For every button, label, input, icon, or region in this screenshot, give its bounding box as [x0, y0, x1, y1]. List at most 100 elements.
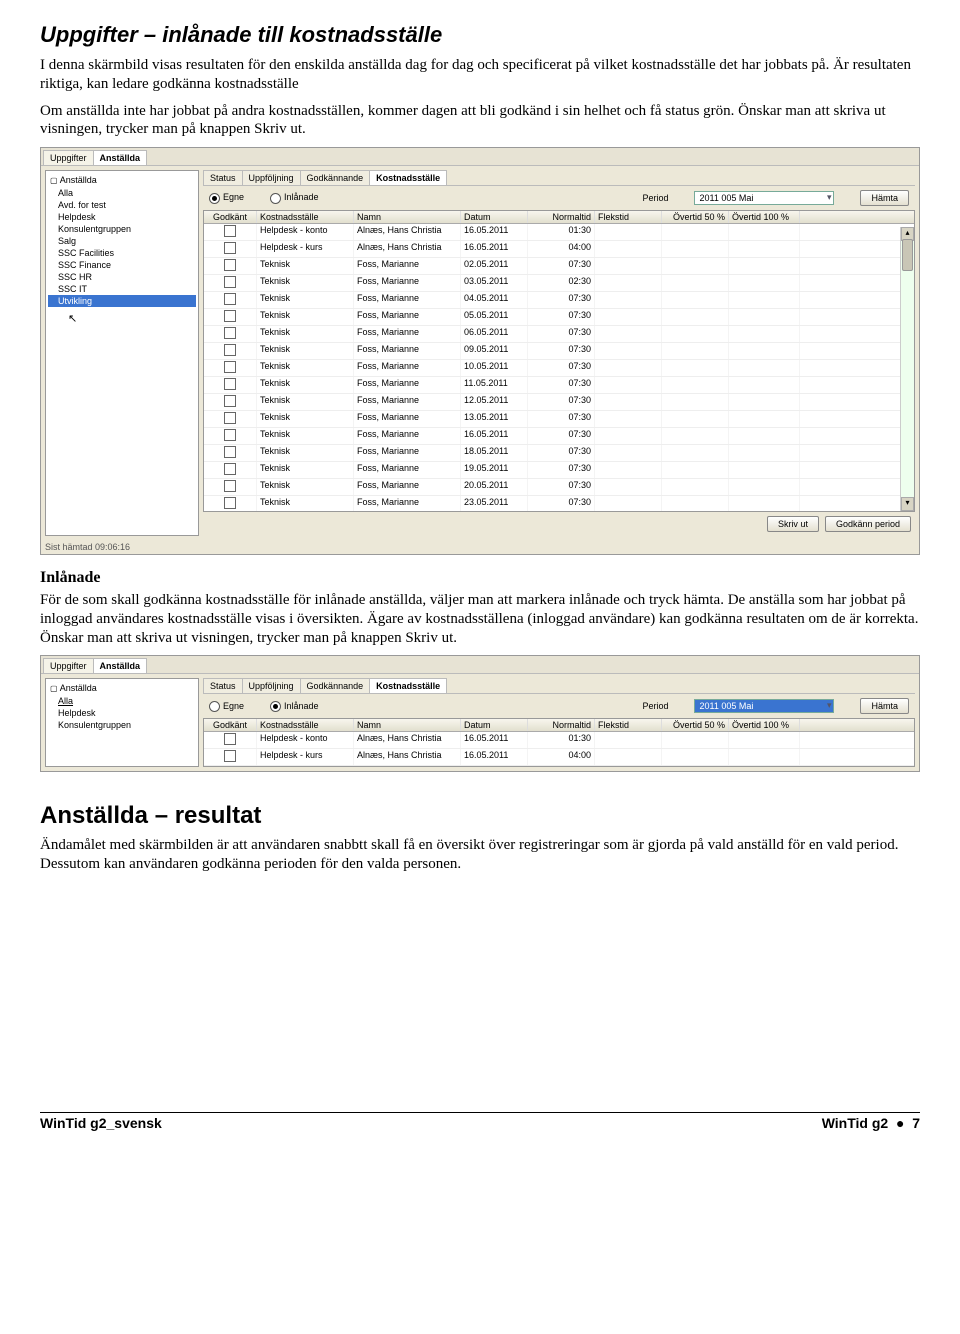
approve-checkbox[interactable] [224, 480, 236, 492]
toolbar: Egne Inlånade Period 2011 005 Mai Hämta [203, 694, 915, 718]
tree-root[interactable]: Anställda [48, 682, 196, 695]
tree-item[interactable]: Helpdesk [48, 707, 196, 719]
tab-status[interactable]: Status [203, 678, 243, 693]
result-paragraph: Ändamålet med skärmbilden är att använda… [40, 836, 920, 874]
org-tree[interactable]: Anställda Alla Avd. for test Helpdesk Ko… [45, 170, 199, 536]
tab-kostnadsstalle[interactable]: Kostnadsställe [369, 678, 447, 693]
radio-egne[interactable]: Egne [209, 192, 244, 203]
table-row[interactable]: TekniskFoss, Marianne03.05.201102:30 [204, 275, 914, 292]
result-heading: Anställda – resultat [40, 802, 920, 830]
tab-status[interactable]: Status [203, 170, 243, 185]
table-row[interactable]: Helpdesk - kontoAlnæs, Hans Christia16.0… [204, 224, 914, 241]
table-row[interactable]: TekniskFoss, Marianne04.05.201107:30 [204, 292, 914, 309]
right-tabbar: Status Uppföljning Godkännande Kostnadss… [203, 678, 915, 694]
page-footer: WinTid g2_svensk WinTid g2 ● 7 [40, 1115, 920, 1141]
approve-checkbox[interactable] [224, 733, 236, 745]
section-heading: Uppgifter – inlånade till kostnadsställe [40, 22, 920, 48]
approve-checkbox[interactable] [224, 361, 236, 373]
data-grid[interactable]: Godkänt Kostnadsställe Namn Datum Normal… [203, 210, 915, 512]
period-label: Period [642, 193, 668, 203]
scroll-thumb[interactable] [902, 239, 913, 271]
radio-egne[interactable]: Egne [209, 701, 244, 712]
table-row[interactable]: TekniskFoss, Marianne02.05.201107:30 [204, 258, 914, 275]
tree-item[interactable]: Alla [48, 695, 196, 707]
godkann-period-button[interactable]: Godkänn period [825, 516, 911, 532]
approve-checkbox[interactable] [224, 378, 236, 390]
approve-checkbox[interactable] [224, 327, 236, 339]
approve-checkbox[interactable] [224, 463, 236, 475]
table-row[interactable]: TekniskFoss, Marianne19.05.201107:30 [204, 462, 914, 479]
radio-inlanade[interactable]: Inlånade [270, 701, 319, 712]
table-row[interactable]: TekniskFoss, Marianne23.05.201107:30 [204, 496, 914, 512]
approve-checkbox[interactable] [224, 412, 236, 424]
grid-header: Godkänt Kostnadsställe Namn Datum Normal… [204, 719, 914, 732]
approve-checkbox[interactable] [224, 497, 236, 509]
approve-checkbox[interactable] [224, 344, 236, 356]
tree-item[interactable]: SSC HR [48, 271, 196, 283]
approve-checkbox[interactable] [224, 446, 236, 458]
org-tree[interactable]: Anställda Alla Helpdesk Konsulentgruppen [45, 678, 199, 767]
tab-uppfoljning[interactable]: Uppföljning [242, 678, 301, 693]
tab-anstallda[interactable]: Anställda [93, 150, 148, 165]
tab-uppgifter[interactable]: Uppgifter [43, 150, 94, 165]
footer-left: WinTid g2_svensk [40, 1115, 162, 1131]
tab-godkannande[interactable]: Godkännande [300, 170, 371, 185]
table-row[interactable]: TekniskFoss, Marianne16.05.201107:30 [204, 428, 914, 445]
intro-paragraph-1: I denna skärmbild visas resultaten för d… [40, 56, 920, 94]
tree-item[interactable]: SSC IT [48, 283, 196, 295]
period-dropdown[interactable]: 2011 005 Mai [694, 699, 834, 713]
approve-checkbox[interactable] [224, 395, 236, 407]
approve-checkbox[interactable] [224, 293, 236, 305]
table-row[interactable]: TekniskFoss, Marianne05.05.201107:30 [204, 309, 914, 326]
tree-item[interactable]: SSC Facilities [48, 247, 196, 259]
top-tabbar: Uppgifter Anställda [41, 656, 919, 674]
hamta-button[interactable]: Hämta [860, 698, 909, 714]
approve-checkbox[interactable] [224, 310, 236, 322]
screenshot-1: Uppgifter Anställda Anställda Alla Avd. … [40, 147, 920, 555]
tree-item[interactable]: Salg [48, 235, 196, 247]
tab-godkannande[interactable]: Godkännande [300, 678, 371, 693]
table-row[interactable]: TekniskFoss, Marianne06.05.201107:30 [204, 326, 914, 343]
table-row[interactable]: TekniskFoss, Marianne09.05.201107:30 [204, 343, 914, 360]
table-row[interactable]: Helpdesk - kontoAlnæs, Hans Christia16.0… [204, 732, 914, 749]
status-line: Sist hämtad 09:06:16 [41, 540, 919, 554]
approve-checkbox[interactable] [224, 750, 236, 762]
tree-item[interactable]: Konsulentgruppen [48, 223, 196, 235]
data-grid[interactable]: Godkänt Kostnadsställe Namn Datum Normal… [203, 718, 915, 767]
table-row[interactable]: TekniskFoss, Marianne13.05.201107:30 [204, 411, 914, 428]
radio-inlanade[interactable]: Inlånade [270, 192, 319, 203]
scrollbar[interactable]: ▴ ▾ [900, 227, 914, 511]
table-row[interactable]: TekniskFoss, Marianne12.05.201107:30 [204, 394, 914, 411]
tab-kostnadsstalle[interactable]: Kostnadsställe [369, 170, 447, 185]
period-dropdown[interactable]: 2011 005 Mai [694, 191, 834, 205]
tab-uppgifter[interactable]: Uppgifter [43, 658, 94, 673]
footer-right: WinTid g2 ● 7 [822, 1115, 920, 1131]
right-tabbar: Status Uppföljning Godkännande Kostnadss… [203, 170, 915, 186]
grid-footer: Skriv ut Godkänn period [203, 512, 915, 536]
tree-item[interactable]: Alla [48, 187, 196, 199]
scroll-down-icon[interactable]: ▾ [901, 497, 914, 511]
tree-item-selected[interactable]: Utvikling [48, 295, 196, 307]
toolbar: Egne Inlånade Period 2011 005 Mai Hämta [203, 186, 915, 210]
approve-checkbox[interactable] [224, 225, 236, 237]
approve-checkbox[interactable] [224, 259, 236, 271]
approve-checkbox[interactable] [224, 242, 236, 254]
tab-uppfoljning[interactable]: Uppföljning [242, 170, 301, 185]
table-row[interactable]: TekniskFoss, Marianne10.05.201107:30 [204, 360, 914, 377]
approve-checkbox[interactable] [224, 429, 236, 441]
skriv-ut-button[interactable]: Skriv ut [767, 516, 819, 532]
table-row[interactable]: TekniskFoss, Marianne11.05.201107:30 [204, 377, 914, 394]
table-row[interactable]: TekniskFoss, Marianne20.05.201107:30 [204, 479, 914, 496]
hamta-button[interactable]: Hämta [860, 190, 909, 206]
tree-item[interactable]: Konsulentgruppen [48, 719, 196, 731]
screenshot-2: Uppgifter Anställda Anställda Alla Helpd… [40, 655, 920, 772]
tree-item[interactable]: SSC Finance [48, 259, 196, 271]
tree-root[interactable]: Anställda [48, 174, 196, 187]
table-row[interactable]: Helpdesk - kursAlnæs, Hans Christia16.05… [204, 241, 914, 258]
approve-checkbox[interactable] [224, 276, 236, 288]
tree-item[interactable]: Helpdesk [48, 211, 196, 223]
table-row[interactable]: Helpdesk - kursAlnæs, Hans Christia16.05… [204, 749, 914, 766]
tree-item[interactable]: Avd. for test [48, 199, 196, 211]
tab-anstallda[interactable]: Anställda [93, 658, 148, 673]
table-row[interactable]: TekniskFoss, Marianne18.05.201107:30 [204, 445, 914, 462]
